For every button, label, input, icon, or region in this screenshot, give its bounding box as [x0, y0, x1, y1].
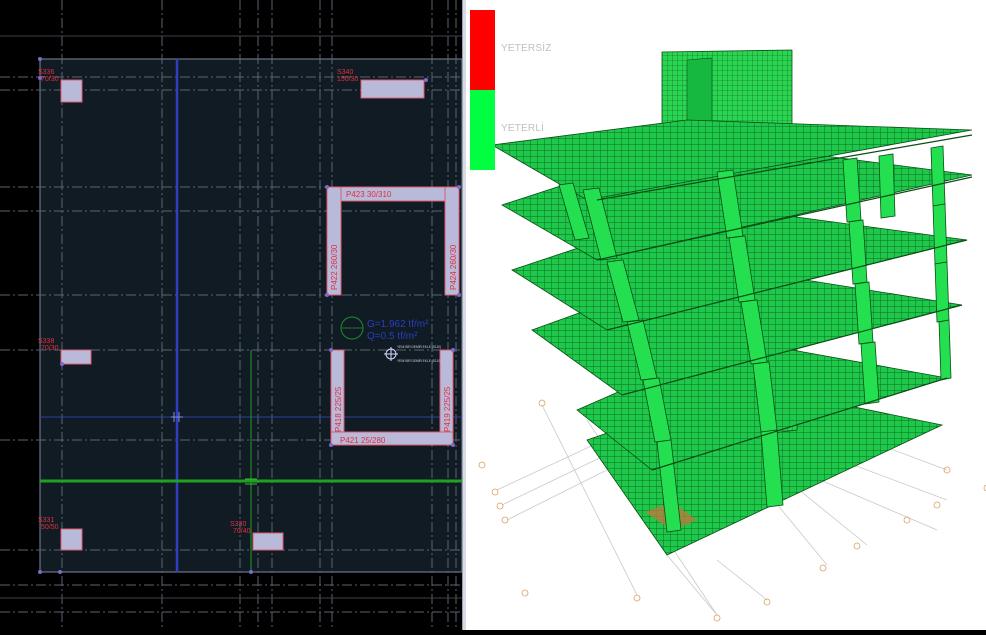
cursor-note-line1: YENİ BİR DEMİR EKLE (S110)	[397, 344, 441, 349]
model-3d-view[interactable]: YETERSİZ YETERLİ	[467, 0, 986, 630]
column-s336-label: S336	[38, 69, 54, 76]
load-g-text: G=1.962 tf/m²	[367, 319, 429, 330]
column-s330-label: S330	[230, 521, 246, 528]
column-s336[interactable]	[60, 79, 83, 103]
legend-swatch-insufficient	[470, 10, 495, 90]
column-s331-label: S331	[38, 517, 54, 524]
wall-p421-label: P421 25/280	[340, 436, 386, 445]
column-s330[interactable]	[252, 532, 284, 551]
legend-label-sufficient: YETERLİ	[501, 123, 545, 134]
column-s340-label: S340	[337, 69, 353, 76]
column-s338-size: 70/30	[41, 345, 59, 352]
column-s340-size: 150/30	[337, 76, 359, 83]
legend-swatch-sufficient	[470, 90, 495, 170]
plan-canvas[interactable]: S336 70/30 S340 150/30 S338 70/30 S331 5…	[0, 0, 463, 630]
load-q-text: Q=0.5 tf/m²	[367, 331, 418, 342]
legend-label-insufficient: YETERSİZ	[501, 43, 552, 54]
wall-p424-label: P424 260/30	[449, 244, 458, 290]
cursor-note-line2: YENİ BİR DEMİR EKLE (S110)	[397, 358, 441, 363]
column-s340[interactable]	[360, 79, 425, 99]
column-s336-size: 70/30	[41, 76, 59, 83]
wall-p422-label: P422 260/30	[330, 244, 339, 290]
column-s331-size: 50/50	[41, 524, 59, 531]
plan-view[interactable]: S336 70/30 S340 150/30 S338 70/30 S331 5…	[0, 0, 463, 630]
column-s338-label: S338	[38, 338, 54, 345]
column-s331[interactable]	[60, 528, 83, 551]
column-s338[interactable]	[60, 349, 92, 365]
model-3d-canvas[interactable]	[467, 0, 986, 630]
wall-p419-label: P419 225/25	[443, 386, 452, 432]
column-s330-size: 70/40	[233, 528, 251, 535]
wall-p423-label: P423 30/310	[346, 190, 392, 199]
wall-p418-label: P418 225/25	[334, 386, 343, 432]
